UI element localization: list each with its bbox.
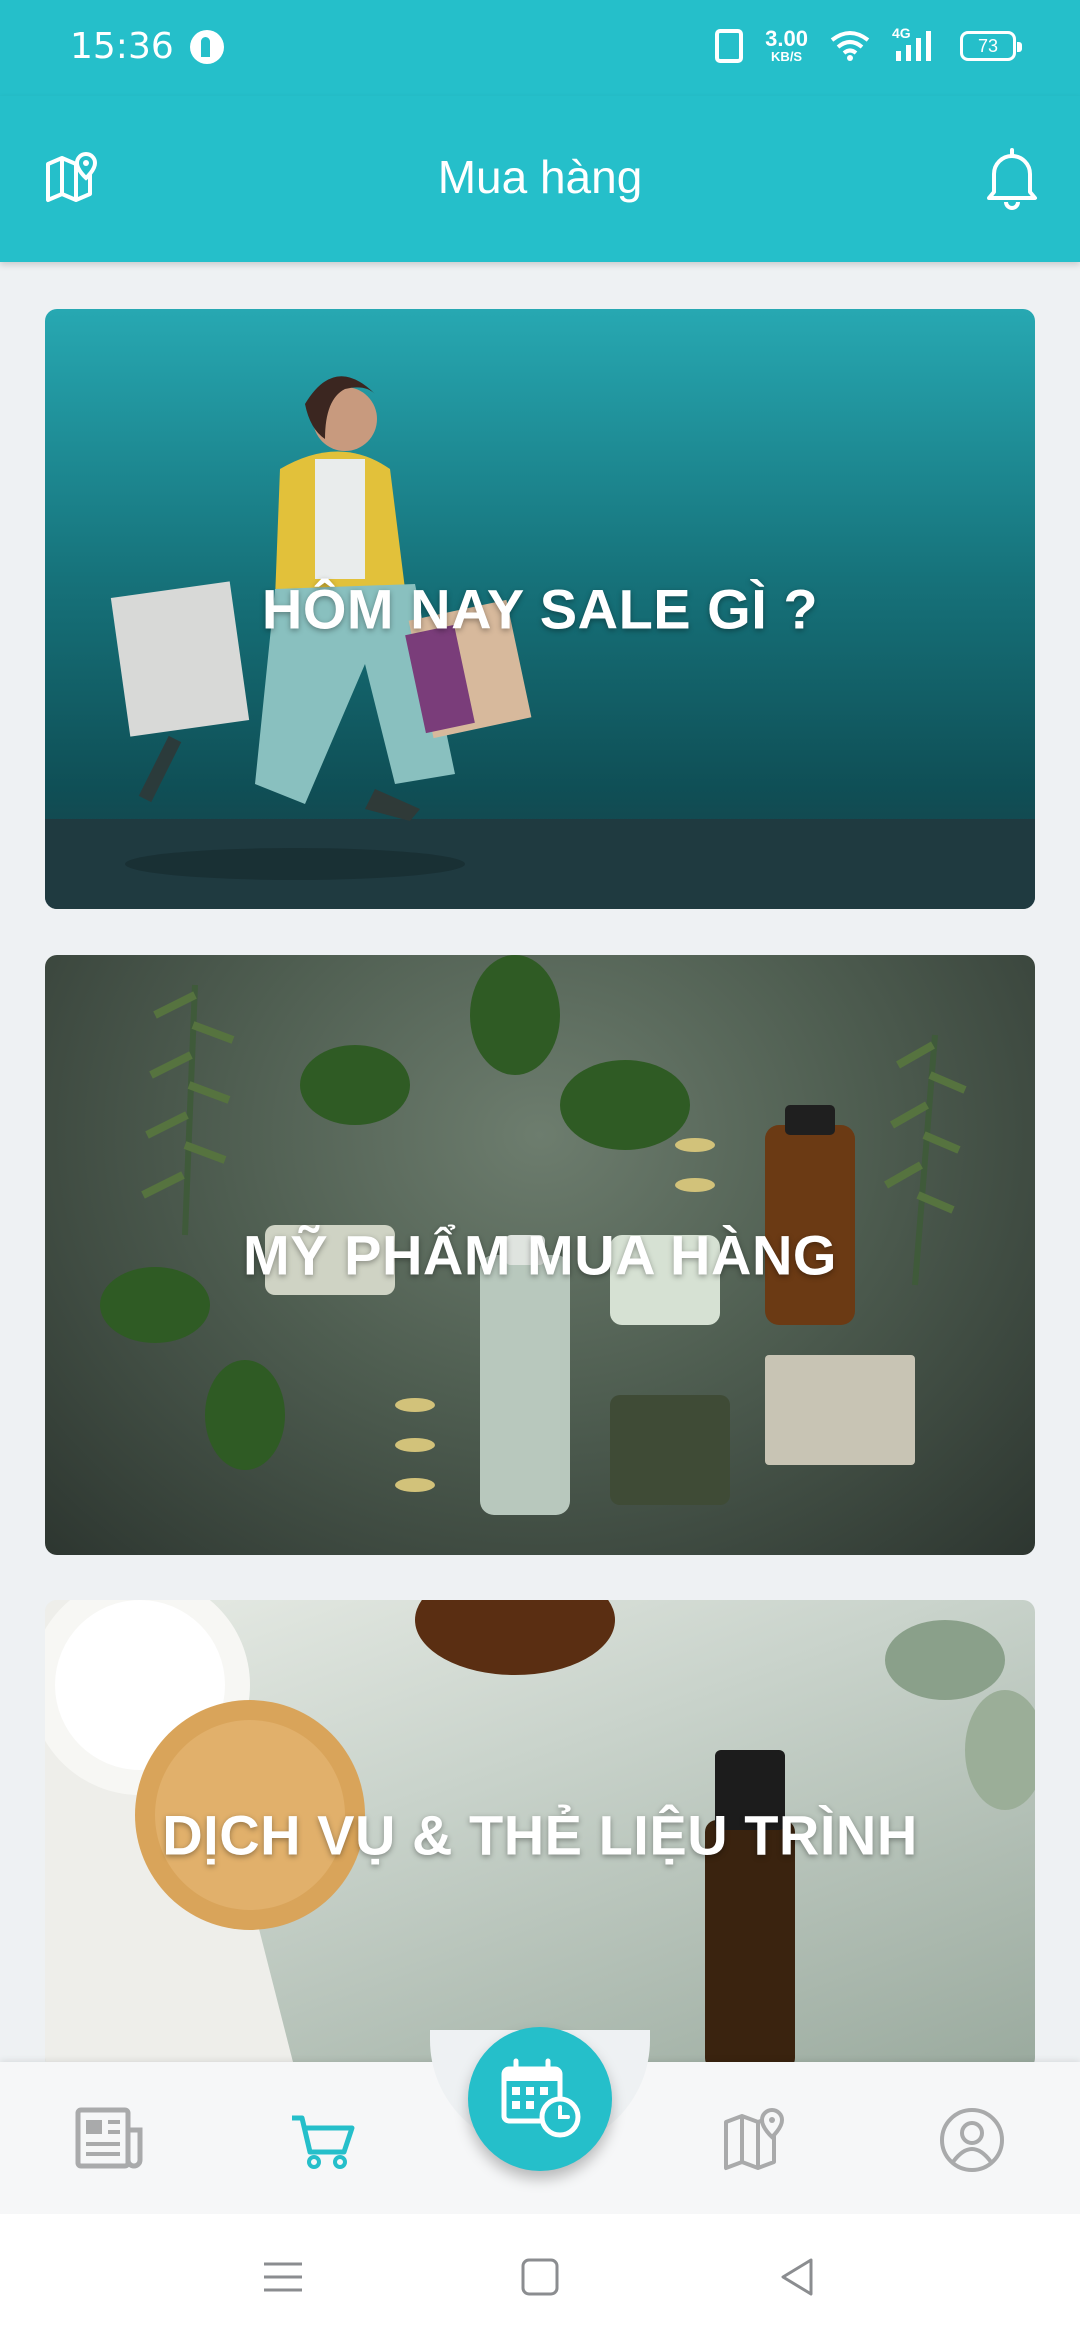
back-icon[interactable]: [773, 2252, 823, 2302]
home-icon[interactable]: [515, 2252, 565, 2302]
calendar-clock-icon[interactable]: [468, 2027, 612, 2171]
vibrate-icon: [715, 28, 744, 63]
card-title: HÔM NAY SALE GÌ ?: [261, 577, 819, 641]
card-title: MỸ PHẨM MUA HÀNG: [243, 1223, 837, 1287]
sale-today-card[interactable]: HÔM NAY SALE GÌ ?: [45, 309, 1035, 909]
notification-app-icon: [190, 30, 224, 64]
services-card[interactable]: DỊCH VỤ & THẺ LIỆU TRÌNH: [45, 1600, 1035, 2070]
map-icon[interactable]: [716, 2100, 796, 2180]
network-speed-value: 3.00: [765, 26, 808, 51]
menu-icon[interactable]: [258, 2252, 308, 2302]
status-indicators: 3.00 KB/S 4G 73: [715, 25, 1022, 64]
battery-indicator: 73: [960, 30, 1022, 61]
bell-icon[interactable]: [982, 146, 1042, 210]
network-speed-unit: KB/S: [771, 49, 803, 64]
network-speed: 3.00 KB/S: [765, 26, 808, 64]
status-bar: 15:36 3.00 KB/S 4G 73: [0, 0, 1080, 96]
card-title: DỊCH VỤ & THẺ LIỆU TRÌNH: [162, 1803, 918, 1867]
cosmetics-card[interactable]: MỸ PHẨM MUA HÀNG: [45, 955, 1035, 1555]
page-title: Mua hàng: [437, 151, 643, 203]
status-time: 15:36: [70, 26, 174, 67]
news-icon[interactable]: [70, 2100, 150, 2180]
wifi-icon: [830, 30, 870, 61]
cellular-signal-icon: 4G: [892, 25, 938, 63]
cart-icon[interactable]: [284, 2100, 364, 2180]
system-navigation-bar: [0, 2214, 1080, 2340]
app-header: Mua hàng: [0, 96, 1080, 262]
profile-icon[interactable]: [932, 2100, 1012, 2180]
